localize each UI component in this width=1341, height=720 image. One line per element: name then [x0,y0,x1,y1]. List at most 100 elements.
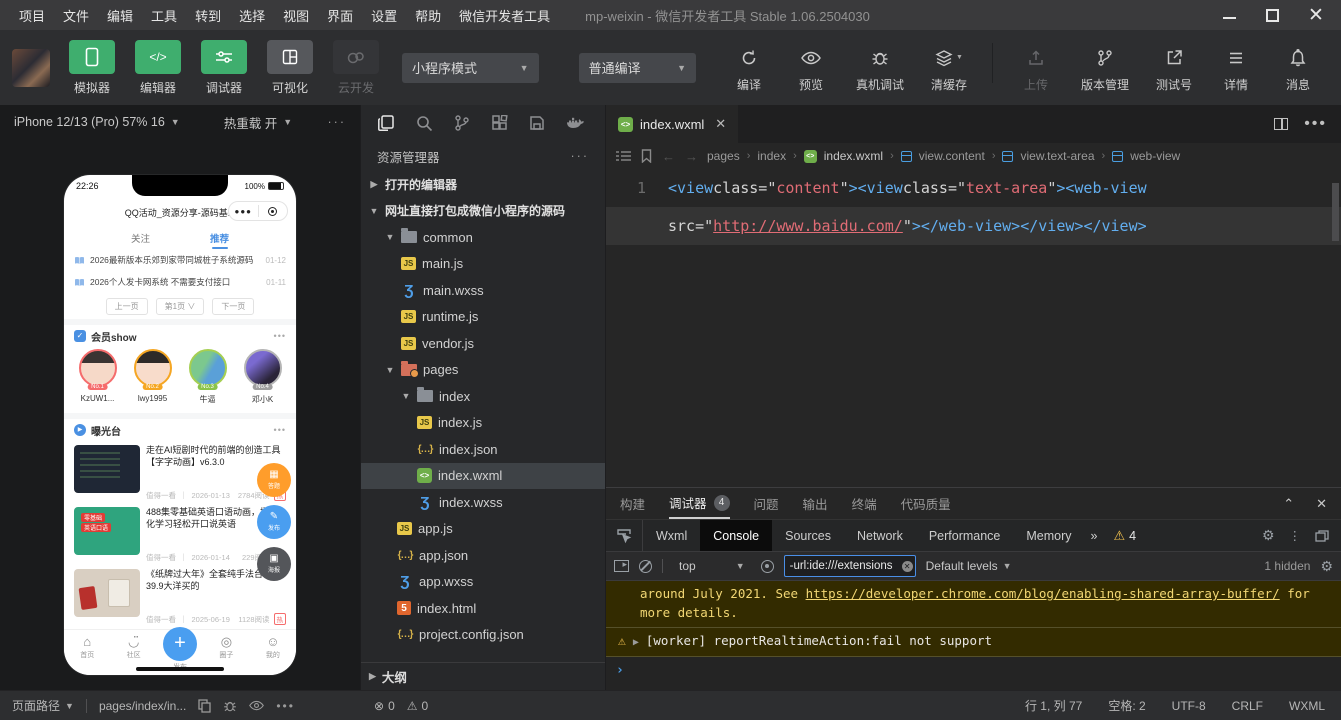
tree-folder-index[interactable]: ▼ index [361,383,605,410]
page-path-select[interactable]: 页面路径 ▼ [12,697,74,714]
docker-icon[interactable] [566,116,585,131]
tabbar-home[interactable]: ⌂ 首页 [64,635,110,660]
console-filter-input[interactable] [783,555,916,577]
menu-goto[interactable]: 转到 [186,6,230,25]
publish-fab-button[interactable]: ✎ 发布 [257,505,291,539]
tree-file[interactable]: JS main.js [361,251,605,278]
menu-project[interactable]: 项目 [10,6,54,25]
crumb-file[interactable]: index.wxml [824,149,883,163]
undock-icon[interactable] [1315,529,1329,542]
version-control-button[interactable]: 版本管理 [1067,43,1143,93]
indentation[interactable]: 空格: 2 [1108,697,1145,714]
console-prompt[interactable]: › [606,657,1341,678]
visualize-toggle-button[interactable]: 可视化 [262,39,318,96]
menu-help[interactable]: 帮助 [406,6,450,25]
source-control-icon[interactable] [454,114,470,132]
capsule-close-icon[interactable] [259,206,288,216]
article-row[interactable]: 2026最新版本乐郊到家带同城桩子系统源码 01-12 [64,249,296,271]
tabbar-circle[interactable]: ◎ 圈子 [203,635,249,660]
save-icon[interactable] [529,115,545,131]
tree-file[interactable]: Ʒapp.wxss [361,569,605,596]
tree-folder-pages[interactable]: ▼ pages [361,357,605,384]
tabbar-community[interactable]: ◡̈ 社区 [110,635,156,660]
menu-wechat-devtools[interactable]: 微信开发者工具 [450,6,559,25]
devtools-tab-memory[interactable]: Memory [1013,520,1084,552]
warning-count[interactable]: ⚠ 0 [407,699,428,713]
editor-more-button[interactable]: ••• [1304,115,1327,133]
devtools-tab-performance[interactable]: Performance [916,520,1014,552]
menu-edit[interactable]: 编辑 [98,6,142,25]
crumb-index[interactable]: index [757,149,786,163]
devtools-tab-wxml[interactable]: Wxml [643,520,700,552]
menu-file[interactable]: 文件 [54,6,98,25]
search-icon[interactable] [416,115,433,132]
eol-type[interactable]: CRLF [1232,699,1263,713]
tab-follow[interactable]: 关注 [131,231,150,245]
prev-page-button[interactable]: 上一页 [105,297,148,315]
console-sidebar-toggle-icon[interactable] [614,559,629,572]
devtools-tab-console[interactable]: Console [700,519,773,552]
menu-tools[interactable]: 工具 [142,6,186,25]
panel-tab-build[interactable]: 构建 [620,488,645,519]
tree-folder-common[interactable]: ▼ common [361,224,605,251]
nav-back-icon[interactable]: ← [662,149,675,164]
crumb-view-content[interactable]: view.content [919,149,985,163]
device-debug-button[interactable]: 真机调试 [842,43,918,93]
outline-section[interactable]: ▶ 大纲 [361,662,605,690]
minimize-button[interactable] [1223,11,1236,19]
status-more-button[interactable]: ••• [276,699,295,713]
user-avatar[interactable] [12,48,50,87]
compile-button[interactable]: 编译 [718,43,780,93]
tree-file[interactable]: JS app.js [361,516,605,543]
explorer-icon[interactable] [377,114,395,132]
clear-cache-button[interactable]: ▼ 清缓存 [918,43,980,93]
tree-file[interactable]: {…} project.config.json [361,622,605,649]
expand-icon[interactable]: ▶ [633,635,639,651]
console-link[interactable]: https://developer.chrome.com/blog/enabli… [806,586,1280,601]
project-root-section[interactable]: ▼ 网址直接打包成微信小程序的源码 [361,198,605,225]
collapse-panel-icon[interactable]: ⌃ [1283,496,1294,512]
panel-tab-output[interactable]: 输出 [803,488,828,519]
close-tab-icon[interactable]: ✕ [715,116,726,132]
console-warning-message[interactable]: ⚠ ▶ [worker] reportRealtimeAction:fail n… [606,627,1341,657]
devtools-tab-network[interactable]: Network [844,520,916,552]
maximize-button[interactable] [1266,8,1279,22]
preview-button[interactable]: 预览 [780,43,842,93]
tree-file-selected[interactable]: <> index.wxml [361,462,605,489]
bookmark-icon[interactable] [641,149,652,163]
page-select[interactable]: 第1页 ∨ [155,297,205,315]
close-button[interactable]: ✕ [1308,6,1324,25]
clear-console-icon[interactable] [639,559,652,573]
cloud-dev-button[interactable]: 云开发 [328,39,384,96]
crumb-pages[interactable]: pages [707,149,740,163]
menu-select[interactable]: 选择 [230,6,274,25]
upload-button[interactable]: 上传 [1005,43,1067,93]
hot-reload-toggle[interactable]: 热重载 开 [224,113,277,132]
next-page-button[interactable]: 下一页 [212,297,255,315]
tab-recommend[interactable]: 推荐 [210,231,229,245]
frame-selector[interactable]: top ▼ [673,559,751,573]
simulator-toggle-button[interactable]: 模拟器 [64,39,120,96]
crumb-view-text-area[interactable]: view.text-area [1020,149,1094,163]
explorer-more-button[interactable]: ··· [571,149,590,163]
more-tabs-icon[interactable]: » [1085,529,1104,543]
tree-file[interactable]: {…} app.json [361,542,605,569]
copy-icon[interactable] [198,698,211,713]
tree-file[interactable]: JS runtime.js [361,304,605,331]
live-expression-icon[interactable] [760,559,774,573]
warning-counter[interactable]: ⚠ 4 [1114,528,1137,544]
tree-file[interactable]: Ʒindex.wxss [361,489,605,516]
details-button[interactable]: 详情 [1205,43,1267,93]
member-item[interactable]: No.4 邓小K [239,349,287,413]
menu-settings[interactable]: 设置 [362,6,406,25]
outline-list-icon[interactable] [616,150,631,162]
quiz-fab-button[interactable]: ▦ 答题 [257,463,291,497]
device-select[interactable]: iPhone 12/13 (Pro) 57% 16 [14,115,165,129]
clear-filter-icon[interactable]: ✕ [901,560,913,572]
poster-fab-button[interactable]: ▣ 海报 [257,547,291,581]
messages-button[interactable]: 消息 [1267,43,1329,93]
open-editors-section[interactable]: ▶ 打开的编辑器 [361,171,605,198]
member-item[interactable]: No.2 lwy1995 [129,349,177,413]
error-count[interactable]: ⊗ 0 [374,699,395,713]
console-settings-icon[interactable]: ⚙ [1320,558,1333,575]
